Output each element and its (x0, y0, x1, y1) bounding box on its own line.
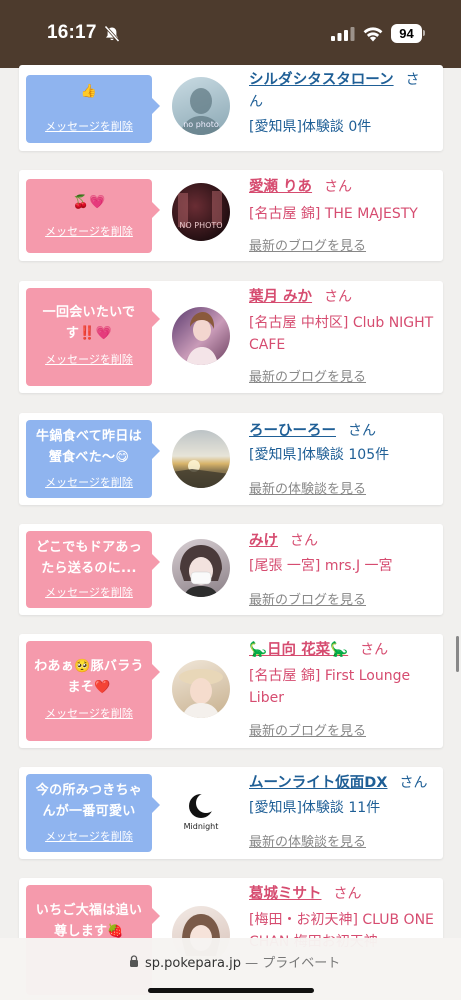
latest-review-link[interactable]: 最新の体験談を見る (249, 478, 366, 497)
honorific: さん (324, 179, 353, 195)
message-bubble: 牛鍋食べて昨日は蟹食べた〜😋 メッセージを削除 (26, 420, 160, 498)
name-line: ムーンライト仮面DX さん (249, 772, 433, 794)
message-text: 今の所みつきちゃんが一番可愛い (35, 783, 143, 819)
url-domain: sp.pokepara.jp (145, 956, 241, 971)
wifi-icon (363, 27, 383, 42)
message-text: わあぁ🥺豚バラうまそ❤️ (34, 659, 144, 695)
message-bubble: わあぁ🥺豚バラうまそ❤️ メッセージを削除 (26, 641, 160, 741)
battery-icon: 94 (391, 24, 422, 43)
avatar[interactable] (172, 660, 230, 718)
user-name-link[interactable]: 葛城ミサト (249, 886, 322, 902)
honorific: さん (333, 886, 362, 902)
user-name-link[interactable]: 🦕日向 花菜🦕 (249, 642, 348, 658)
name-line: みけ さん (249, 530, 433, 552)
message-bubble: どこでもドアあったら送るのに... メッセージを削除 (26, 531, 160, 608)
latest-blog-link[interactable]: 最新のブログを見る (249, 720, 366, 739)
user-info: [愛知県]体験談 105件 (249, 447, 390, 463)
avatar[interactable]: no photo (172, 77, 230, 135)
user-info: [愛知県]体験談 11件 (249, 800, 381, 816)
scrollbar-thumb[interactable] (456, 636, 459, 672)
message-text: どこでもドアあったら送るのに... (35, 540, 142, 576)
avatar-caption: no photo (183, 120, 219, 129)
delete-message-link[interactable]: メッセージを削除 (26, 118, 152, 134)
message-text: 🍒💗 (72, 195, 106, 210)
message-text: 👍 (80, 84, 98, 99)
list-item: 👍 メッセージを削除 no photo シルダシタスタローン さん [愛知県]体験… (19, 65, 443, 151)
cellular-signal-icon (331, 27, 355, 41)
user-info: [尾張 一宮] mrs.J 一宮 (249, 558, 393, 574)
delete-message-link[interactable]: メッセージを削除 (26, 828, 152, 844)
name-line: 葉月 みか さん (249, 286, 433, 308)
list-item: 牛鍋食べて昨日は蟹食べた〜😋 メッセージを削除 ろーひーろー さん [愛知県]体験… (19, 413, 443, 505)
name-line: 愛瀬 りあ さん (249, 176, 433, 198)
user-name-link[interactable]: ろーひーろー (249, 423, 336, 439)
delete-message-link[interactable]: メッセージを削除 (26, 474, 152, 490)
avatar-caption: Midnight (184, 822, 219, 831)
honorific: さん (290, 533, 318, 549)
message-bubble: 一回会いたいです‼️💗 メッセージを削除 (26, 288, 160, 386)
latest-blog-link[interactable]: 最新のブログを見る (249, 589, 366, 608)
honorific: さん (399, 775, 428, 791)
avatar[interactable]: Midnight (172, 783, 230, 841)
user-info: [愛知県]体験談 0件 (249, 119, 372, 135)
avatar[interactable] (172, 539, 230, 597)
lock-icon (130, 955, 138, 967)
list-item: わあぁ🥺豚バラうまそ❤️ メッセージを削除 🦕日向 花菜🦕 さん [名古屋 錦] … (19, 634, 443, 748)
delete-message-link[interactable]: メッセージを削除 (26, 223, 152, 239)
status-bar: 16:17 94 (0, 0, 461, 68)
list-item: どこでもドアあったら送るのに... メッセージを削除 みけ さん [尾張 一宮] … (19, 524, 443, 615)
latest-blog-link[interactable]: 最新のブログを見る (249, 235, 366, 254)
user-name-link[interactable]: 葉月 みか (249, 289, 312, 305)
user-name-link[interactable]: ムーンライト仮面DX (249, 775, 388, 791)
message-bubble: 今の所みつきちゃんが一番可愛い メッセージを削除 (26, 774, 160, 852)
bell-off-icon (104, 25, 120, 43)
avatar[interactable] (172, 430, 230, 488)
delete-message-link[interactable]: メッセージを削除 (26, 705, 152, 721)
latest-blog-link[interactable]: 最新のブログを見る (249, 366, 366, 385)
message-text: いちご大福は追い尊します🍓 (35, 903, 143, 939)
home-indicator[interactable] (148, 988, 314, 993)
url-text[interactable]: sp.pokepara.jp — プライベート (145, 952, 340, 971)
name-line: 🦕日向 花菜🦕 さん (249, 639, 433, 661)
status-time: 16:17 (47, 22, 97, 43)
name-line: ろーひーろー さん (249, 420, 433, 442)
delete-message-link[interactable]: メッセージを削除 (26, 351, 152, 367)
avatar-caption: NO PHOTO (179, 221, 222, 230)
user-name-link[interactable]: 愛瀬 りあ (249, 179, 312, 195)
honorific: さん (348, 423, 376, 439)
honorific: さん (324, 289, 353, 305)
delete-message-link[interactable]: メッセージを削除 (26, 584, 152, 600)
user-name-link[interactable]: みけ (249, 533, 278, 549)
private-mode-label: プライベート (262, 956, 341, 971)
avatar[interactable] (172, 307, 230, 365)
user-info: [名古屋 錦] First Lounge Liber (249, 668, 411, 706)
list-item: 🍒💗 メッセージを削除 NO PHOTO 愛瀬 りあ さん [名古屋 錦] THE… (19, 170, 443, 261)
user-info: [名古屋 錦] THE MAJESTY (249, 206, 418, 222)
avatar[interactable]: NO PHOTO (172, 183, 230, 241)
user-name-link[interactable]: シルダシタスタローン (249, 72, 394, 88)
message-text: 牛鍋食べて昨日は蟹食べた〜😋 (36, 429, 142, 465)
message-text: 一回会いたいです‼️💗 (42, 305, 136, 341)
message-bubble: 👍 メッセージを削除 (26, 75, 160, 143)
name-line: 葛城ミサト さん (249, 883, 433, 905)
name-line: シルダシタスタローン さん (249, 69, 433, 113)
battery-nub (423, 30, 425, 36)
message-bubble: 🍒💗 メッセージを削除 (26, 179, 160, 253)
user-info: [名古屋 中村区] Club NIGHT CAFE (249, 315, 434, 353)
url-separator: — (245, 956, 259, 971)
latest-review-link[interactable]: 最新の体験談を見る (249, 831, 366, 850)
honorific: さん (360, 642, 389, 658)
list-item: 一回会いたいです‼️💗 メッセージを削除 葉月 みか さん [名古屋 中村区] C… (19, 281, 443, 393)
list-item: 今の所みつきちゃんが一番可愛い メッセージを削除 Midnight ムーンライト… (19, 767, 443, 859)
